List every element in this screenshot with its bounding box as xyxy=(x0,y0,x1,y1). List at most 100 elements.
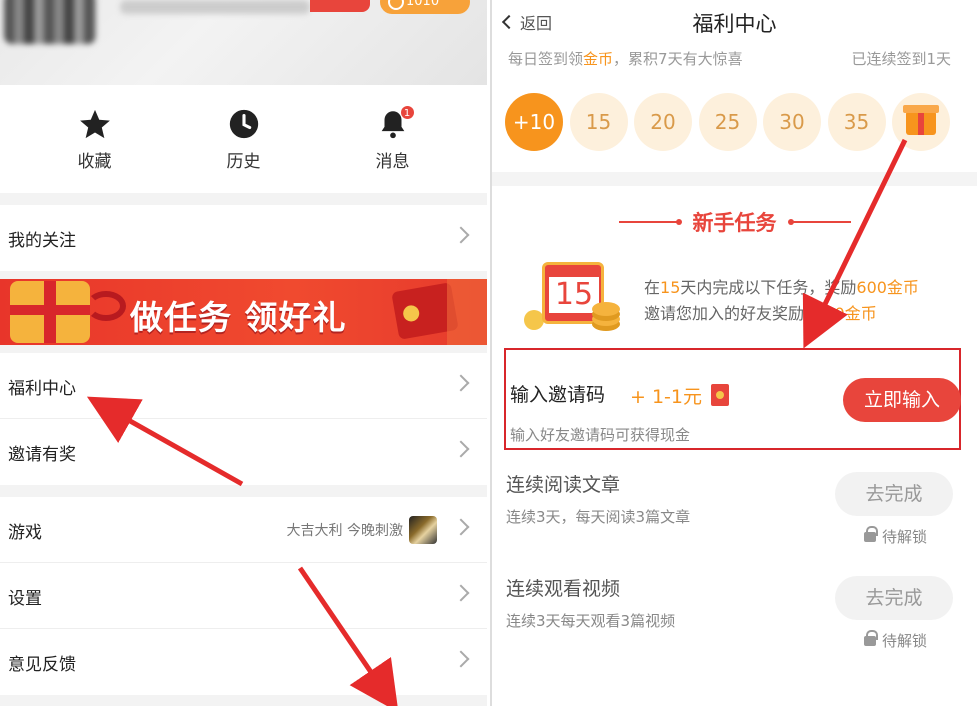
red-envelope-icon xyxy=(711,384,729,406)
section-title: 新手任务 xyxy=(692,211,777,235)
menu-item-label: 游戏 xyxy=(8,522,42,543)
menu-item-my-follows[interactable]: 我的关注 xyxy=(0,205,487,271)
clock-icon xyxy=(229,109,258,138)
menu-item-settings[interactable]: 设置 xyxy=(0,563,487,629)
menu-item-label: 邀请有奖 xyxy=(8,444,76,465)
profile-header: 1010 xyxy=(0,0,487,85)
game-thumbnail xyxy=(409,516,437,544)
gift-lid xyxy=(903,105,939,113)
left-screen-profile-page: 1010 收藏 历史 1 消息 我的关注 做任务 领好礼 福利中心 邀请有奖 游… xyxy=(0,0,487,706)
menu-item-games[interactable]: 游戏 大吉大利 今晚刺激 xyxy=(0,497,487,563)
checkin-day[interactable]: +10 xyxy=(505,93,563,151)
checkin-days: +10 15 20 25 30 35 xyxy=(492,72,977,172)
username-blurred xyxy=(120,0,310,14)
menu-item-welfare-center[interactable]: 福利中心 xyxy=(0,353,487,419)
text-highlight: 15 xyxy=(660,278,681,297)
ribbon-decoration xyxy=(86,291,126,321)
task-name: 输入邀请码 xyxy=(510,384,606,406)
text-highlight: 1000金币 xyxy=(804,304,877,323)
menu-item-label: 福利中心 xyxy=(8,378,76,399)
chevron-right-icon xyxy=(452,440,470,458)
text-highlight: 600金币 xyxy=(856,278,919,297)
lock-icon xyxy=(863,629,878,646)
checkin-hint: 每日签到领金币，累积7天有大惊喜 已连续签到1天 xyxy=(492,44,977,72)
gift-box-icon xyxy=(10,281,90,343)
section-gap xyxy=(0,485,487,497)
history-label: 历史 xyxy=(226,151,261,172)
nav-bar: 返回 福利中心 xyxy=(492,0,977,44)
level-badge xyxy=(310,0,370,12)
promo-line-1: 在15天内完成以下任务，奖励600金币 xyxy=(644,274,919,298)
avatar[interactable] xyxy=(4,0,96,44)
favorites-button[interactable]: 收藏 xyxy=(55,107,135,172)
newbie-promo: 15 在15天内完成以下任务，奖励600金币 邀请您加入的好友奖励1000金币 xyxy=(492,258,977,348)
menu-item-invite-rewards[interactable]: 邀请有奖 xyxy=(0,419,487,485)
chevron-right-icon xyxy=(452,518,470,536)
checkin-day-gift xyxy=(892,93,950,151)
locked-label: 待解锁 xyxy=(881,528,927,546)
coin-icon xyxy=(524,310,544,330)
checkin-day: 30 xyxy=(763,93,821,151)
message-count-badge: 1 xyxy=(399,104,415,120)
section-gap xyxy=(0,193,487,205)
coin-balance-pill[interactable]: 1010 xyxy=(380,0,470,14)
menu-item-label: 我的关注 xyxy=(8,230,76,251)
locked-label: 待解锁 xyxy=(881,632,927,650)
chevron-right-icon xyxy=(452,584,470,602)
chevron-right-icon xyxy=(452,226,470,244)
star-icon xyxy=(79,109,110,138)
text-part: 天内完成以下任务，奖励 xyxy=(680,278,857,297)
hint-part: 每日签到领 xyxy=(508,49,584,68)
enter-invite-code-button[interactable]: 立即输入 xyxy=(843,378,961,422)
messages-button[interactable]: 1 消息 xyxy=(353,104,433,172)
menu-item-label: 设置 xyxy=(8,588,42,609)
section-gap xyxy=(0,345,487,353)
banner-title: 做任务 领好礼 xyxy=(130,298,347,337)
coin-icon xyxy=(388,0,404,10)
locked-status: 待解锁 xyxy=(863,525,927,547)
checkin-day: 25 xyxy=(698,93,757,151)
checkin-day: 35 xyxy=(827,93,886,151)
quick-actions: 收藏 历史 1 消息 xyxy=(0,85,487,193)
chevron-right-icon xyxy=(452,374,470,392)
task-watch-videos: 连续观看视频 连续3天每天观看3篇视频 去完成 待解锁 xyxy=(492,554,977,658)
task-name: 连续阅读文章 xyxy=(506,474,621,496)
coin-stack-icon xyxy=(592,302,620,316)
coin-balance-value: 1010 xyxy=(406,0,440,9)
section-gap xyxy=(492,172,977,186)
go-complete-button[interactable]: 去完成 xyxy=(835,576,953,620)
go-complete-button[interactable]: 去完成 xyxy=(835,472,953,516)
games-promo-text: 大吉大利 今晚刺激 xyxy=(286,523,403,539)
calendar-icon: 15 xyxy=(542,262,604,324)
checkin-hint-text: 每日签到领金币，累积7天有大惊喜 xyxy=(508,48,743,69)
right-screen-welfare-center: 返回 福利中心 每日签到领金币，累积7天有大惊喜 已连续签到1天 +10 15 … xyxy=(490,0,977,706)
messages-label: 消息 xyxy=(375,151,410,172)
favorites-label: 收藏 xyxy=(77,151,112,172)
task-name: 连续观看视频 xyxy=(506,578,621,600)
menu-item-label: 意见反馈 xyxy=(8,654,76,675)
task-desc: 连续3天，每天阅读3篇文章 xyxy=(506,508,691,526)
hint-part: ，累积7天有大惊喜 xyxy=(613,49,743,68)
section-gap xyxy=(0,271,487,279)
menu-item-feedback[interactable]: 意见反馈 xyxy=(0,629,487,695)
text-part: 邀请您加入的好友奖励 xyxy=(644,304,805,323)
task-reward: + 1-1元 xyxy=(630,386,702,408)
games-promo: 大吉大利 今晚刺激 xyxy=(287,497,437,563)
locked-status: 待解锁 xyxy=(863,629,927,651)
chevron-right-icon xyxy=(452,650,470,668)
promo-line-2: 邀请您加入的好友奖励1000金币 xyxy=(644,300,877,324)
task-promo-banner[interactable]: 做任务 领好礼 xyxy=(0,279,487,345)
lock-icon xyxy=(863,525,878,542)
task-read-articles: 连续阅读文章 连续3天，每天阅读3篇文章 去完成 待解锁 xyxy=(492,450,977,554)
task-desc: 连续3天每天观看3篇视频 xyxy=(506,612,676,630)
page-title: 福利中心 xyxy=(692,12,777,36)
task-desc: 输入好友邀请码可获得现金 xyxy=(510,426,691,444)
history-button[interactable]: 历史 xyxy=(204,107,284,172)
checkin-day: 20 xyxy=(634,93,692,151)
task-invite-code: 输入邀请码 + 1-1元 输入好友邀请码可获得现金 立即输入 xyxy=(504,348,961,450)
heading-line xyxy=(787,219,851,225)
banner-decoration xyxy=(447,279,487,345)
heading-line xyxy=(618,219,682,225)
checkin-day: 15 xyxy=(569,93,628,151)
hint-gold: 金币 xyxy=(583,49,614,68)
